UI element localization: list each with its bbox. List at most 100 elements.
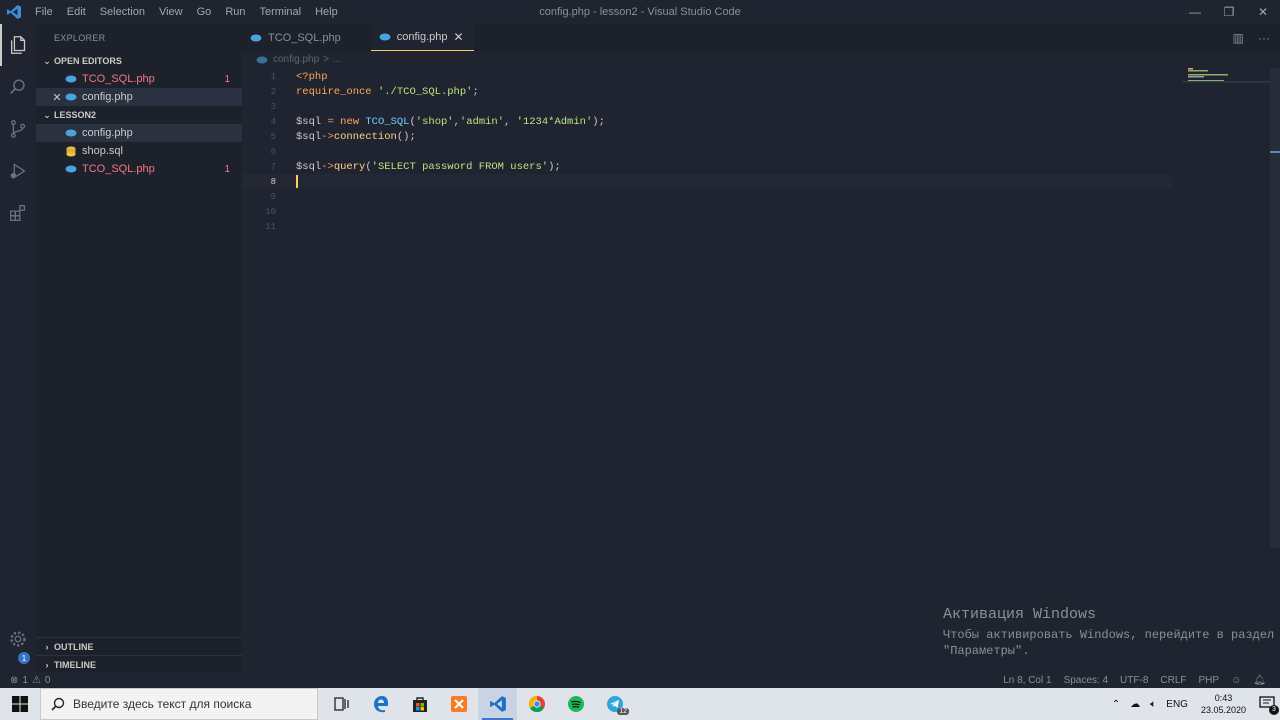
xampp-icon[interactable] <box>439 688 478 720</box>
menu-file[interactable]: File <box>28 0 60 24</box>
store-icon[interactable] <box>400 688 439 720</box>
close-icon[interactable]: ✕ <box>52 91 62 104</box>
tab-config[interactable]: config.php ✕ <box>370 24 474 51</box>
more-actions-icon[interactable]: ··· <box>1258 31 1270 45</box>
outline-header[interactable]: › OUTLINE <box>36 637 242 655</box>
explorer-sidebar: EXPLORER ⌄ OPEN EDITORS TCO_SQL.php 1 ✕ … <box>36 24 242 672</box>
search-icon[interactable] <box>0 66 36 108</box>
split-editor-icon[interactable]: ▥ <box>1233 31 1244 45</box>
menu-run[interactable]: Run <box>218 0 252 24</box>
vscode-taskbar-icon[interactable] <box>478 688 517 720</box>
chrome-icon[interactable] <box>517 688 556 720</box>
clock[interactable]: 0:43 23.05.2020 <box>1193 692 1254 716</box>
file-label: TCO_SQL.php <box>82 163 155 175</box>
folder-header[interactable]: ⌄ LESSON2 <box>36 106 242 124</box>
manage-gear-icon[interactable]: 1 <box>0 618 36 664</box>
breadcrumb-file[interactable]: config.php <box>273 54 319 65</box>
problems-status[interactable]: ⊗ 1 ⚠ 0 <box>0 675 50 686</box>
language-mode[interactable]: PHP <box>1199 675 1220 686</box>
windows-start-icon[interactable] <box>0 688 40 720</box>
close-window-button[interactable]: ✕ <box>1246 0 1280 24</box>
timeline-header[interactable]: › TIMELINE <box>36 655 242 673</box>
problem-count: 1 <box>224 73 230 85</box>
windows-activation-watermark: Активация Windows Чтобы активировать Win… <box>943 606 1274 659</box>
menu-terminal[interactable]: Terminal <box>253 0 309 24</box>
line-number: 1 <box>270 71 276 82</box>
chevron-down-icon: ⌄ <box>43 109 51 120</box>
taskbar-search[interactable]: Введите здесь текст для поиска <box>40 688 318 720</box>
code-line: 9 <box>242 189 1172 204</box>
minimap[interactable] <box>1182 68 1272 88</box>
cursor-position[interactable]: Ln 8, Col 1 <box>1003 675 1051 686</box>
code-text: $sql->connection(); <box>296 130 416 143</box>
open-editor-tco-sql[interactable]: TCO_SQL.php 1 <box>36 70 242 88</box>
code-line-current: 8 <box>242 174 1172 189</box>
editor-scrollbar[interactable] <box>1270 68 1280 548</box>
timeline-label: TIMELINE <box>54 659 96 670</box>
open-editors-label: OPEN EDITORS <box>54 56 122 66</box>
open-editor-config[interactable]: ✕ config.php <box>36 88 242 106</box>
code-text: require_once './TCO_SQL.php'; <box>296 85 479 98</box>
scrollbar-thumb[interactable] <box>1270 151 1280 153</box>
php-file-icon <box>64 164 78 174</box>
menu-edit[interactable]: Edit <box>60 0 93 24</box>
extensions-icon[interactable] <box>0 192 36 234</box>
run-debug-icon[interactable] <box>0 150 36 192</box>
open-editors-header[interactable]: ⌄ OPEN EDITORS <box>36 52 242 70</box>
telegram-icon[interactable]: 12 <box>595 688 634 720</box>
task-view-icon[interactable] <box>322 688 361 720</box>
notification-count: 3 <box>1269 704 1279 715</box>
language-indicator[interactable]: ENG <box>1161 699 1193 710</box>
line-ending[interactable]: CRLF <box>1160 675 1186 686</box>
code-line: 3 <box>242 99 1172 114</box>
menu-bar: File Edit Selection View Go Run Terminal… <box>28 0 345 24</box>
code-text: $sql = new TCO_SQL('shop','admin', '1234… <box>296 115 605 128</box>
outline-label: OUTLINE <box>54 641 94 652</box>
menu-go[interactable]: Go <box>190 0 219 24</box>
line-number: 10 <box>265 206 276 217</box>
php-file-icon <box>64 92 78 102</box>
code-line: 5 $sql->connection(); <box>242 129 1172 144</box>
explorer-title: EXPLORER <box>54 33 106 43</box>
line-number: 2 <box>270 86 276 97</box>
feedback-icon[interactable]: ☺ <box>1231 675 1241 686</box>
source-control-icon[interactable] <box>0 108 36 150</box>
php-file-icon <box>64 128 78 138</box>
windows-taskbar: Введите здесь текст для поиска 12 ⌃ ☁ 🔈︎… <box>0 688 1280 720</box>
file-shop-sql[interactable]: shop.sql <box>36 142 242 160</box>
code-line: 4 $sql = new TCO_SQL('shop','admin', '12… <box>242 114 1172 129</box>
breadcrumb-rest[interactable]: ... <box>333 54 341 65</box>
explorer-icon[interactable] <box>0 24 36 66</box>
error-count: 1 <box>22 674 28 686</box>
activation-line2: "Параметры". <box>943 644 1030 658</box>
action-center-icon[interactable]: 3 <box>1254 695 1280 715</box>
spotify-icon[interactable] <box>556 688 595 720</box>
edge-browser-icon[interactable] <box>361 688 400 720</box>
breadcrumb-separator: > <box>323 54 329 65</box>
file-tco-sql-php[interactable]: TCO_SQL.php 1 <box>36 160 242 178</box>
open-editor-label: config.php <box>82 91 133 103</box>
indentation[interactable]: Spaces: 4 <box>1064 675 1108 686</box>
title-bar: File Edit Selection View Go Run Terminal… <box>0 0 1280 24</box>
minimize-button[interactable]: — <box>1178 0 1212 24</box>
code-editor[interactable]: 1 <?php 2 require_once './TCO_SQL.php'; … <box>242 68 1280 672</box>
clock-time: 0:43 <box>1214 693 1233 703</box>
clock-date: 23.05.2020 <box>1200 705 1246 715</box>
tab-tco-sql[interactable]: TCO_SQL.php <box>242 24 371 51</box>
menu-selection[interactable]: Selection <box>93 0 152 24</box>
notifications-bell-icon[interactable]: 🔔︎ <box>1253 675 1266 686</box>
volume-icon[interactable]: 🔈︎ <box>1145 699 1161 710</box>
close-tab-icon[interactable]: ✕ <box>454 30 464 44</box>
tab-label: TCO_SQL.php <box>268 31 341 44</box>
menu-help[interactable]: Help <box>308 0 345 24</box>
code-line: 2 require_once './TCO_SQL.php'; <box>242 84 1172 99</box>
warning-icon: ⚠ <box>31 674 41 686</box>
menu-view[interactable]: View <box>152 0 190 24</box>
maximize-button[interactable]: ❐ <box>1212 0 1246 24</box>
encoding[interactable]: UTF-8 <box>1120 675 1148 686</box>
network-icon[interactable]: ☁ <box>1125 699 1145 710</box>
chevron-down-icon: ⌄ <box>43 55 51 66</box>
tray-chevron-up-icon[interactable]: ⌃ <box>1107 699 1125 710</box>
file-config-php[interactable]: config.php <box>36 124 242 142</box>
line-number: 3 <box>270 101 276 112</box>
